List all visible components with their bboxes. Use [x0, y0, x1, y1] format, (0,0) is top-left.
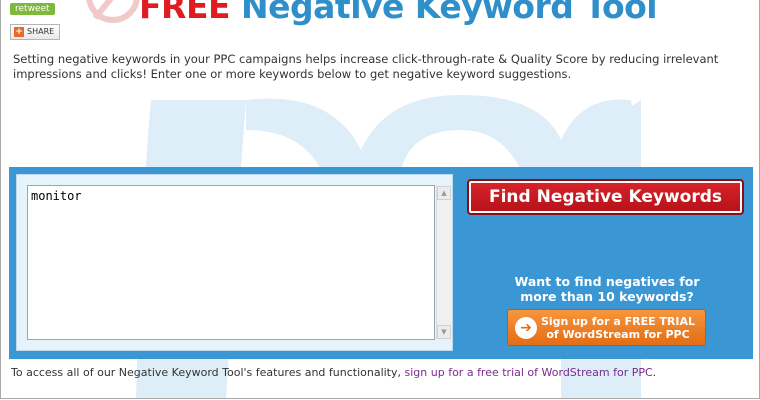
- more-keywords-prompt: Want to find negatives for more than 10 …: [514, 274, 700, 304]
- free-trial-link[interactable]: sign up for a free trial of WordStream f…: [405, 366, 653, 379]
- scroll-up-icon[interactable]: ▲: [437, 186, 451, 200]
- tool-panel: monitor ▲ ▼ Find Negative Keywords Want …: [9, 167, 753, 359]
- footer-text: To access all of our Negative Keyword To…: [11, 366, 402, 379]
- keyword-input-well: monitor ▲ ▼: [16, 174, 453, 351]
- scroll-down-icon[interactable]: ▼: [437, 325, 451, 339]
- free-trial-button[interactable]: ➔ Sign up for a FREE TRIAL of WordStream…: [507, 309, 706, 346]
- retweet-button[interactable]: retweet: [10, 3, 55, 15]
- page-title: FREE Negative Keyword Tool: [139, 0, 658, 26]
- find-negative-keywords-button[interactable]: Find Negative Keywords: [467, 179, 744, 215]
- free-trial-label: Sign up for a FREE TRIAL of WordStream f…: [540, 314, 696, 341]
- keyword-input[interactable]: monitor: [27, 185, 435, 340]
- no-sign-logo-icon: [86, 0, 140, 23]
- footer-note: To access all of our Negative Keyword To…: [11, 366, 656, 379]
- title-free: FREE: [139, 0, 231, 26]
- title-rest: Negative Keyword Tool: [241, 0, 658, 26]
- page-frame: retweet + SHARE FREE Negative Keyword To…: [0, 0, 760, 399]
- intro-text: Setting negative keywords in your PPC ca…: [13, 52, 719, 81]
- plus-icon: +: [14, 27, 24, 37]
- share-label: SHARE: [27, 27, 55, 36]
- share-button[interactable]: + SHARE: [10, 24, 61, 40]
- arrow-right-circle-icon: ➔: [515, 316, 537, 339]
- footer-end: .: [652, 366, 657, 379]
- input-scrollbar[interactable]: ▲ ▼: [436, 186, 451, 339]
